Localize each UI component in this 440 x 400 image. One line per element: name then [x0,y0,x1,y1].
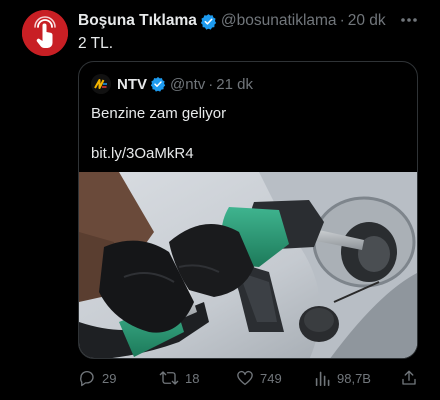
reply-count: 29 [102,370,117,386]
views-button[interactable]: 98,7B [315,368,371,388]
tweet[interactable]: Boşuna Tıklama @bosunatiklama · 20 dk 2 … [0,0,440,400]
quoted-author-display-name: NTV [117,75,147,93]
author-avatar[interactable] [22,10,68,56]
pointer-hand-icon [22,10,68,56]
header-separator: · [339,12,345,29]
tweet-text: 2 TL. [78,35,114,52]
verified-badge-icon [200,13,217,30]
more-options-icon[interactable] [398,10,420,30]
retweet-icon [159,371,179,385]
tweet-timestamp[interactable]: 20 dk [348,12,386,30]
reply-icon [80,370,94,387]
quoted-header-separator: · [208,75,214,93]
tweet-header: Boşuna Tıklama @bosunatiklama · 20 dk [78,11,386,31]
retweet-button[interactable]: 18 [159,368,199,388]
quoted-tweet-text: Benzine zam geliyor [91,105,227,122]
quoted-timestamp: 21 dk [216,75,253,93]
reply-button[interactable]: 29 [78,368,116,388]
share-icon [402,370,416,385]
views-chart-icon [315,371,330,386]
quoted-tweet-link[interactable]: bit.ly/3OaMkR4 [91,145,194,162]
heart-icon [237,370,253,386]
like-button[interactable]: 749 [236,368,282,388]
quoted-verified-badge-icon [150,76,166,92]
tweet-actions: 29 18 749 98,7B [78,368,420,388]
retweet-count: 18 [185,370,200,386]
quoted-author-avatar [91,74,111,94]
quoted-author-handle: @ntv [170,75,206,93]
views-count: 98,7B [337,370,371,386]
quoted-tweet[interactable]: NTV @ntv · 21 dk Benzine zam geliyor bit… [78,61,418,359]
author-handle[interactable]: @bosunatiklama [221,12,337,30]
fuel-pump-photo[interactable] [79,172,417,358]
like-count: 749 [260,370,282,386]
share-button[interactable] [400,368,424,388]
author-display-name[interactable]: Boşuna Tıklama [78,12,197,30]
quoted-tweet-header: NTV @ntv · 21 dk [91,74,253,94]
